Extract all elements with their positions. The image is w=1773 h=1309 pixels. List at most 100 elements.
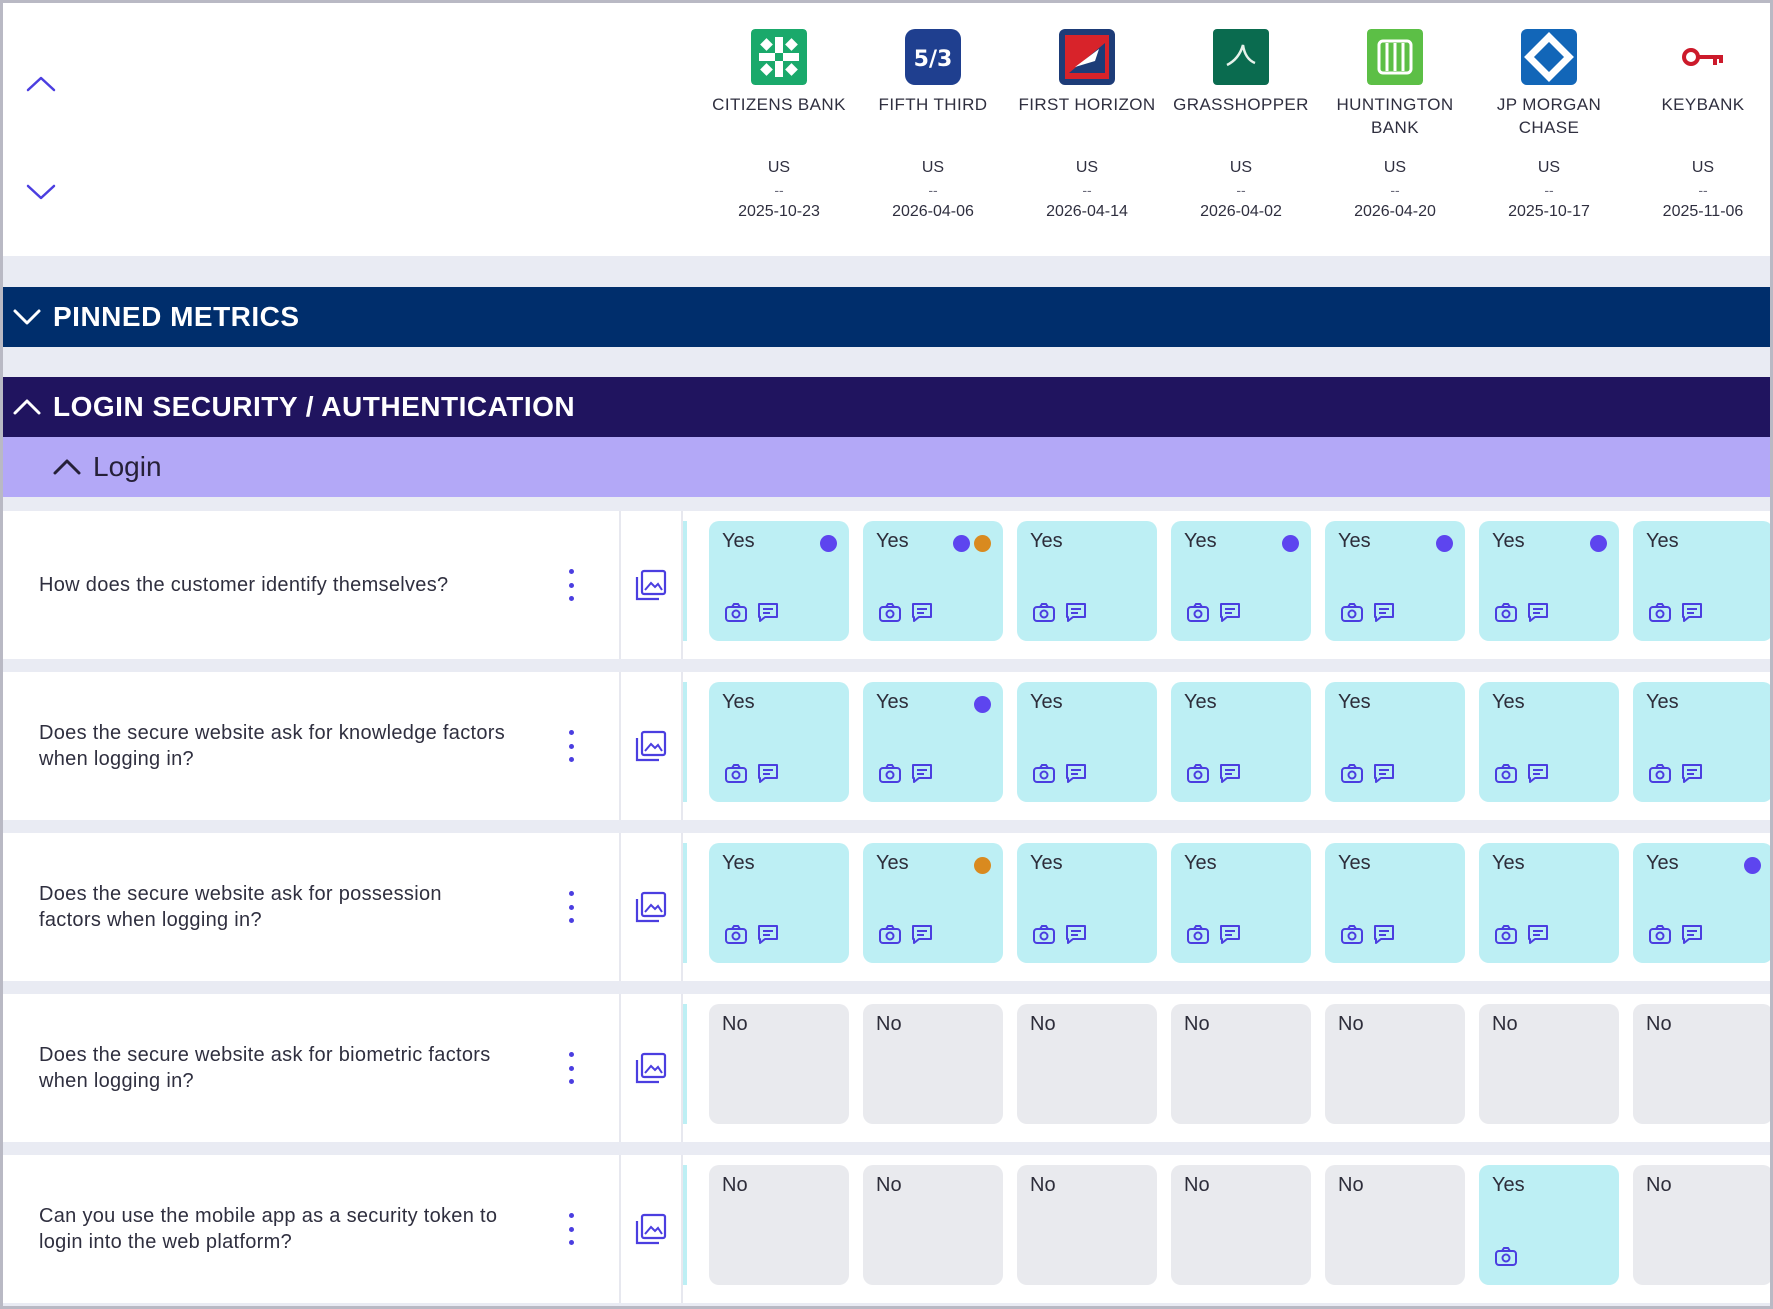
camera-icon[interactable] — [1031, 761, 1057, 790]
camera-icon[interactable] — [1493, 1244, 1519, 1273]
comment-icon[interactable] — [1679, 761, 1705, 790]
comment-icon[interactable] — [1217, 761, 1243, 790]
camera-icon[interactable] — [877, 922, 903, 951]
comment-icon[interactable] — [755, 922, 781, 951]
camera-icon[interactable] — [1493, 761, 1519, 790]
pinned-metrics-bar[interactable]: PINNED METRICS — [3, 287, 1770, 347]
answer-cell[interactable]: Yes — [1171, 843, 1311, 963]
comment-icon[interactable] — [1525, 761, 1551, 790]
camera-icon[interactable] — [1647, 600, 1673, 629]
answer-cell[interactable]: Yes — [1479, 521, 1619, 641]
comment-icon[interactable] — [1371, 600, 1397, 629]
answer-cell[interactable]: Yes — [1171, 521, 1311, 641]
answer-cell[interactable]: Yes — [1633, 521, 1770, 641]
comment-icon[interactable] — [1371, 922, 1397, 951]
answer-cell[interactable]: Yes — [709, 682, 849, 802]
answer-cell[interactable]: Yes — [1017, 521, 1157, 641]
comment-icon[interactable] — [1063, 922, 1089, 951]
camera-icon[interactable] — [1031, 922, 1057, 951]
camera-icon[interactable] — [723, 761, 749, 790]
comment-icon[interactable] — [1525, 600, 1551, 629]
answer-cell[interactable]: No — [1479, 1004, 1619, 1124]
answer-cell[interactable]: Yes — [1325, 521, 1465, 641]
answer-cell[interactable]: Yes — [1479, 843, 1619, 963]
answer-cell[interactable]: Yes — [1325, 843, 1465, 963]
bank-column-citizens[interactable]: CITIZENS BANK US -- 2025-10-23 — [702, 29, 856, 223]
comment-icon[interactable] — [1679, 600, 1705, 629]
answer-cell[interactable]: Yes — [1479, 682, 1619, 802]
answer-cell[interactable]: No — [1171, 1004, 1311, 1124]
answer-cell[interactable]: No — [709, 1165, 849, 1285]
answer-cell[interactable]: No — [1017, 1004, 1157, 1124]
bank-column-fifth-third[interactable]: 5/3 FIFTH THIRD US -- 2026-04-06 — [856, 29, 1010, 223]
comment-icon[interactable] — [909, 761, 935, 790]
answer-cell[interactable]: No — [863, 1165, 1003, 1285]
comment-icon[interactable] — [909, 922, 935, 951]
answer-cell[interactable]: Yes — [863, 682, 1003, 802]
bank-column-grasshopper[interactable]: GRASSHOPPER US -- 2026-04-02 — [1164, 29, 1318, 223]
gallery-icon[interactable] — [633, 728, 669, 764]
comment-icon[interactable] — [1217, 600, 1243, 629]
comment-icon[interactable] — [1371, 761, 1397, 790]
camera-icon[interactable] — [1185, 761, 1211, 790]
gallery-icon[interactable] — [633, 1211, 669, 1247]
answer-cell[interactable]: Yes — [1633, 682, 1770, 802]
gallery-icon[interactable] — [633, 1050, 669, 1086]
answer-cell[interactable]: Yes — [709, 843, 849, 963]
login-security-bar[interactable]: LOGIN SECURITY / AUTHENTICATION — [3, 377, 1770, 437]
comment-icon[interactable] — [755, 761, 781, 790]
camera-icon[interactable] — [877, 761, 903, 790]
login-subsection-bar[interactable]: Login — [3, 437, 1770, 497]
answer-cell[interactable]: No — [863, 1004, 1003, 1124]
more-options-icon[interactable] — [556, 1048, 586, 1088]
camera-icon[interactable] — [1493, 922, 1519, 951]
camera-icon[interactable] — [1647, 922, 1673, 951]
comment-icon[interactable] — [755, 600, 781, 629]
camera-icon[interactable] — [1647, 761, 1673, 790]
answer-cell[interactable]: Yes — [1017, 843, 1157, 963]
answer-cell[interactable]: Yes — [1325, 682, 1465, 802]
answer-cell[interactable]: No — [1017, 1165, 1157, 1285]
comment-icon[interactable] — [1679, 922, 1705, 951]
camera-icon[interactable] — [1339, 600, 1365, 629]
bank-column-jpmorgan[interactable]: JP MORGAN CHASE US -- 2025-10-17 — [1472, 29, 1626, 223]
scroll-up-button[interactable] — [21, 69, 61, 99]
comment-icon[interactable] — [1217, 922, 1243, 951]
gallery-icon[interactable] — [633, 567, 669, 603]
answer-cell[interactable]: No — [1325, 1004, 1465, 1124]
answer-cell[interactable]: Yes — [1479, 1165, 1619, 1285]
answer-cell[interactable]: No — [709, 1004, 849, 1124]
answer-cell[interactable]: No — [1171, 1165, 1311, 1285]
camera-icon[interactable] — [1185, 600, 1211, 629]
bank-column-first-horizon[interactable]: FIRST HORIZON US -- 2026-04-14 — [1010, 29, 1164, 223]
camera-icon[interactable] — [723, 600, 749, 629]
answer-cell[interactable]: No — [1633, 1165, 1770, 1285]
camera-icon[interactable] — [1339, 922, 1365, 951]
camera-icon[interactable] — [877, 600, 903, 629]
gallery-icon[interactable] — [633, 889, 669, 925]
answer-cell[interactable]: Yes — [1017, 682, 1157, 802]
more-options-icon[interactable] — [556, 565, 586, 605]
camera-icon[interactable] — [723, 922, 749, 951]
answer-cell[interactable]: Yes — [1633, 843, 1770, 963]
more-options-icon[interactable] — [556, 726, 586, 766]
answer-cell[interactable]: Yes — [863, 521, 1003, 641]
answer-cell[interactable]: No — [1633, 1004, 1770, 1124]
camera-icon[interactable] — [1185, 922, 1211, 951]
answer-cell[interactable]: No — [1325, 1165, 1465, 1285]
answer-cell[interactable]: Yes — [709, 521, 849, 641]
answer-cell[interactable]: Yes — [863, 843, 1003, 963]
camera-icon[interactable] — [1493, 600, 1519, 629]
answer-cell[interactable]: Yes — [1171, 682, 1311, 802]
bank-column-keybank[interactable]: KEYBANK US -- 2025-11-06 — [1626, 29, 1770, 223]
comment-icon[interactable] — [1063, 761, 1089, 790]
comment-icon[interactable] — [1525, 922, 1551, 951]
camera-icon[interactable] — [1339, 761, 1365, 790]
more-options-icon[interactable] — [556, 887, 586, 927]
bank-column-huntington[interactable]: HUNTINGTON BANK US -- 2026-04-20 — [1318, 29, 1472, 223]
camera-icon[interactable] — [1031, 600, 1057, 629]
scroll-down-button[interactable] — [21, 177, 61, 207]
comment-icon[interactable] — [1063, 600, 1089, 629]
comment-icon[interactable] — [909, 600, 935, 629]
more-options-icon[interactable] — [556, 1209, 586, 1249]
